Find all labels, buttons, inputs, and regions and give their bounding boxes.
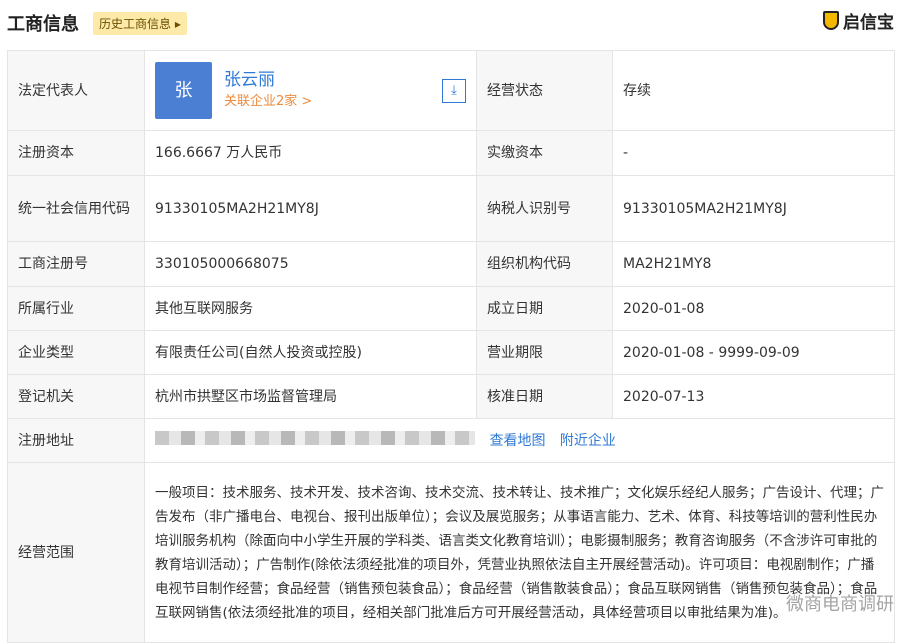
value: - bbox=[612, 130, 895, 176]
logo: 启信宝 bbox=[823, 8, 894, 33]
label: 工商注册号 bbox=[7, 241, 145, 287]
label: 统一社会信用代码 bbox=[7, 175, 145, 242]
value: 2020-07-13 bbox=[612, 374, 895, 419]
value: 杭州市拱墅区市场监督管理局 bbox=[144, 374, 477, 419]
label: 注册地址 bbox=[7, 418, 145, 463]
business-scope: 一般项目：技术服务、技术开发、技术咨询、技术交流、技术转让、技术推广；文化娱乐经… bbox=[144, 462, 895, 643]
value: MA2H21MY8 bbox=[612, 241, 895, 287]
label: 实缴资本 bbox=[476, 130, 613, 176]
label: 登记机关 bbox=[7, 374, 145, 419]
label: 注册资本 bbox=[7, 130, 145, 176]
value: 2020-01-08 bbox=[612, 286, 895, 331]
value: 其他互联网服务 bbox=[144, 286, 477, 331]
value: 91330105MA2H21MY8J bbox=[144, 175, 477, 242]
label: 成立日期 bbox=[476, 286, 613, 331]
label: 组织机构代码 bbox=[476, 241, 613, 287]
value: 存续 bbox=[612, 50, 895, 131]
legal-rep-name[interactable]: 张云丽 bbox=[224, 69, 312, 91]
address-value: 查看地图 附近企业 bbox=[144, 418, 895, 463]
business-info-table: 法定代表人 张 张云丽 关联企业2家 > ⤓ 经营状态 存续 注册资本 166.6… bbox=[7, 50, 895, 643]
table-row: 注册资本 166.6667 万人民币 实缴资本 - bbox=[7, 130, 895, 176]
table-row: 工商注册号 330105000668075 组织机构代码 MA2H21MY8 bbox=[7, 241, 895, 287]
history-button[interactable]: 历史工商信息 ▸ bbox=[93, 11, 187, 35]
value: 91330105MA2H21MY8J bbox=[612, 175, 895, 242]
download-icon[interactable]: ⤓ bbox=[442, 78, 466, 103]
table-row: 所属行业 其他互联网服务 成立日期 2020-01-08 bbox=[7, 286, 895, 331]
value: 166.6667 万人民币 bbox=[144, 130, 477, 176]
label: 法定代表人 bbox=[7, 50, 145, 131]
label: 营业期限 bbox=[476, 330, 613, 375]
table-row: 注册地址 查看地图 附近企业 bbox=[7, 418, 895, 463]
table-row: 法定代表人 张 张云丽 关联企业2家 > ⤓ 经营状态 存续 bbox=[7, 50, 895, 131]
section-header: 工商信息 历史工商信息 ▸ bbox=[7, 8, 187, 38]
nearby-companies-link[interactable]: 附近企业 bbox=[560, 433, 616, 449]
label: 经营状态 bbox=[476, 50, 613, 131]
table-row: 经营范围 一般项目：技术服务、技术开发、技术咨询、技术交流、技术转让、技术推广；… bbox=[7, 462, 895, 643]
blurred-address bbox=[155, 430, 475, 445]
label: 纳税人识别号 bbox=[476, 175, 613, 242]
label: 经营范围 bbox=[7, 462, 145, 643]
label: 企业类型 bbox=[7, 330, 145, 375]
table-row: 登记机关 杭州市拱墅区市场监督管理局 核准日期 2020-07-13 bbox=[7, 374, 895, 419]
related-companies-link[interactable]: 关联企业2家 > bbox=[224, 91, 312, 113]
value: 330105000668075 bbox=[144, 241, 477, 287]
label: 核准日期 bbox=[476, 374, 613, 419]
avatar: 张 bbox=[155, 62, 212, 119]
value: 2020-01-08 - 9999-09-09 bbox=[612, 330, 895, 375]
shield-logo-icon bbox=[823, 11, 839, 30]
label: 所属行业 bbox=[7, 286, 145, 331]
watermark: 微商电商调研 bbox=[786, 594, 894, 615]
logo-text: 启信宝 bbox=[843, 13, 894, 33]
table-row: 企业类型 有限责任公司(自然人投资或控股) 营业期限 2020-01-08 - 999… bbox=[7, 330, 895, 375]
table-row: 统一社会信用代码 91330105MA2H21MY8J 纳税人识别号 91330105… bbox=[7, 175, 895, 242]
value: 有限责任公司(自然人投资或控股) bbox=[144, 330, 477, 375]
page-title: 工商信息 bbox=[7, 14, 79, 35]
view-map-link[interactable]: 查看地图 bbox=[489, 433, 545, 449]
